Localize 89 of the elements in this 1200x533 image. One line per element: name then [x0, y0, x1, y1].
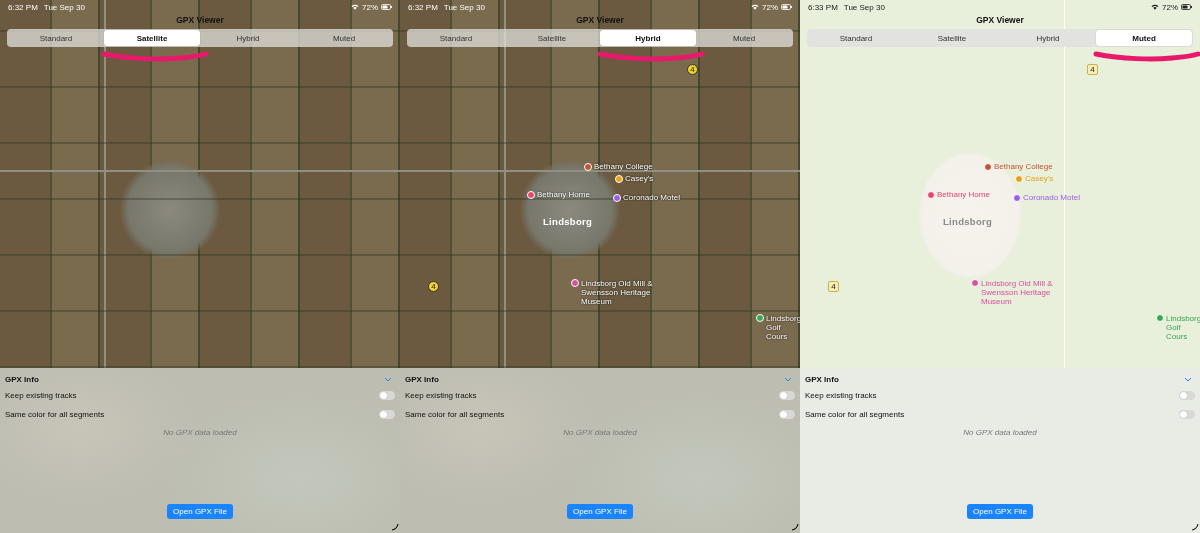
toggle-label: Same color for all segments — [405, 410, 505, 419]
chevron-down-icon — [1184, 376, 1192, 382]
wifi-icon — [351, 4, 359, 10]
status-time: 6:32 PM — [408, 2, 438, 12]
battery-percent: 72% — [362, 2, 378, 12]
resize-handle-icon — [391, 523, 399, 531]
resize-handle-icon — [1191, 523, 1199, 531]
map-view[interactable]: 6:33 PM Tue Sep 30 72% GPX Viewer Standard Satellite Hybrid Muted Bethany College Casey's Bethany Home Coronado Motel Lindsborg Lindsborg Old Mill & Swensson Heritage Museum Lindsborg Golf Cours 4 4 — [800, 0, 1200, 368]
toggle-switch[interactable] — [379, 391, 395, 400]
toggle-label: Keep existing tracks — [405, 391, 477, 400]
route-shield: 4 — [428, 281, 439, 292]
route-shield: 4 — [1087, 64, 1098, 75]
satellite-map-view[interactable]: 6:32 PM Tue Sep 30 72% GPX Viewer Standard Satellite Hybrid Muted Bethany College Casey's Bethany Home Coronado Motel Lindsborg Lindsborg Old Mill & Swensson Heritage Museum Lindsborg Golf Cours 4 4 — [400, 0, 800, 368]
section-heading: GPX Info — [405, 374, 439, 384]
map-type-control[interactable]: Standard Satellite Hybrid Muted — [807, 29, 1193, 47]
status-date: Tue Sep 30 — [43, 2, 85, 12]
segment-tab[interactable]: Standard — [808, 30, 904, 46]
open-file-button[interactable]: Open GPX File — [167, 504, 233, 519]
segment-tab[interactable]: Satellite — [504, 30, 600, 46]
chevron-down-icon — [384, 376, 392, 382]
battery-icon — [781, 4, 792, 10]
segment-tab[interactable]: Standard — [408, 30, 504, 46]
city-label: Lindsborg — [943, 216, 993, 227]
segment-tab[interactable]: Satellite — [904, 30, 1000, 46]
status-time: 6:33 PM — [808, 2, 838, 12]
place-label[interactable]: Bethany College — [994, 163, 1053, 171]
toggle-label: Same color for all segments — [5, 410, 105, 419]
place-pin-icon[interactable] — [756, 314, 764, 322]
place-pin-icon[interactable] — [984, 163, 992, 171]
segment-tab[interactable]: Hybrid — [200, 30, 296, 46]
segment-tab[interactable]: Standard — [8, 30, 104, 46]
battery-icon — [381, 4, 392, 10]
segment-tab[interactable]: Muted — [696, 30, 792, 46]
battery-icon — [1181, 4, 1192, 10]
place-pin-icon[interactable] — [613, 194, 621, 202]
battery-percent: 72% — [1162, 2, 1178, 12]
place-pin-icon[interactable] — [927, 191, 935, 199]
place-label[interactable]: Lindsborg Old Mill & Swensson Heritage Museum — [581, 279, 671, 306]
segment-tab[interactable]: Satellite — [104, 30, 200, 46]
place-label[interactable]: Bethany College — [594, 163, 653, 171]
toggle-switch[interactable] — [779, 391, 795, 400]
open-file-button[interactable]: Open GPX File — [967, 504, 1033, 519]
status-date: Tue Sep 30 — [443, 2, 485, 12]
place-label[interactable]: Lindsborg Golf Cours — [766, 314, 800, 341]
segment-tab[interactable]: Hybrid — [1000, 30, 1096, 46]
segment-tab[interactable]: Hybrid — [600, 30, 696, 46]
app-title: GPX Viewer — [975, 15, 1025, 25]
toggle-switch[interactable] — [1179, 391, 1195, 400]
battery-percent: 72% — [762, 2, 778, 12]
resize-handle-icon — [791, 523, 799, 531]
toggle-label: Keep existing tracks — [805, 391, 877, 400]
status-date: Tue Sep 30 — [843, 2, 885, 12]
map-type-control[interactable]: Standard Satellite Hybrid Muted — [407, 29, 793, 47]
app-title: GPX Viewer — [175, 15, 225, 25]
chevron-down-icon — [784, 376, 792, 382]
wifi-icon — [751, 4, 759, 10]
place-pin-icon[interactable] — [584, 163, 592, 171]
place-pin-icon[interactable] — [971, 279, 979, 287]
place-label[interactable]: Coronado Motel — [623, 194, 680, 202]
route-shield: 4 — [828, 281, 839, 292]
segment-tab[interactable]: Muted — [1096, 30, 1192, 46]
segment-tab[interactable]: Muted — [296, 30, 392, 46]
place-pin-icon[interactable] — [1013, 194, 1021, 202]
place-label[interactable]: Coronado Motel — [1023, 194, 1080, 202]
place-pin-icon[interactable] — [571, 279, 579, 287]
section-heading: GPX Info — [805, 374, 839, 384]
city-label: Lindsborg — [543, 216, 593, 227]
toggle-switch[interactable] — [379, 410, 395, 419]
wifi-icon — [1151, 4, 1159, 10]
place-label[interactable]: Bethany Home — [937, 191, 990, 199]
status-time: 6:32 PM — [8, 2, 38, 12]
route-shield: 4 — [687, 64, 698, 75]
place-pin-icon[interactable] — [615, 175, 623, 183]
place-label[interactable]: Bethany Home — [537, 191, 590, 199]
map-type-control[interactable]: Standard Satellite Hybrid Muted — [7, 29, 393, 47]
toggle-switch[interactable] — [779, 410, 795, 419]
satellite-map-view[interactable]: 6:32 PM Tue Sep 30 72% GPX Viewer Standard Satellite Hybrid Muted — [0, 0, 400, 368]
toggle-label: Keep existing tracks — [5, 391, 77, 400]
open-file-button[interactable]: Open GPX File — [567, 504, 633, 519]
toggle-label: Same color for all segments — [805, 410, 905, 419]
empty-message: No GPX data loaded — [162, 428, 238, 437]
toggle-switch[interactable] — [1179, 410, 1195, 419]
empty-message: No GPX data loaded — [962, 428, 1038, 437]
app-title: GPX Viewer — [575, 15, 625, 25]
place-label[interactable]: Casey's — [625, 175, 654, 183]
place-pin-icon[interactable] — [1156, 314, 1164, 322]
place-pin-icon[interactable] — [527, 191, 535, 199]
empty-message: No GPX data loaded — [562, 428, 638, 437]
section-heading: GPX Info — [5, 374, 39, 384]
